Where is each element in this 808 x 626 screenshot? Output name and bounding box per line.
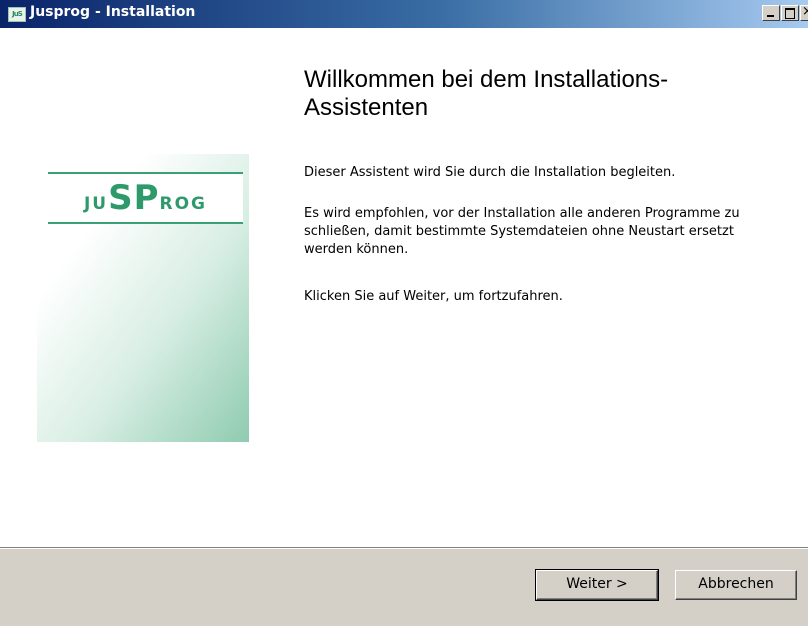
cancel-button[interactable]: Abbrechen — [675, 570, 797, 600]
logo-text-left: JU — [83, 194, 109, 214]
logo-text-right: ROG — [159, 194, 208, 214]
close-button[interactable]: × — [800, 5, 808, 21]
app-icon: JuS — [8, 7, 26, 22]
intro-paragraph: Dieser Assistent wird Sie durch die Inst… — [304, 165, 676, 180]
next-button[interactable]: Weiter > — [535, 569, 659, 601]
minimize-button[interactable] — [762, 5, 780, 21]
maximize-button[interactable] — [781, 5, 799, 21]
welcome-heading: Willkommen bei dem Installations-Assiste… — [304, 66, 669, 121]
logo-text: JUSPROG — [48, 178, 243, 224]
installer-window: JuS Jusprog - Installation × JUSPROG Wil… — [0, 0, 808, 626]
close-icon: × — [802, 4, 808, 19]
logo-text-mid: SP — [108, 178, 160, 218]
title-bar[interactable]: JuS Jusprog - Installation × — [0, 0, 808, 28]
jusprog-logo: JUSPROG — [48, 172, 243, 224]
wizard-side-image: JUSPROG — [37, 154, 249, 442]
recommendation-paragraph: Es wird empfohlen, vor der Installation … — [304, 206, 740, 257]
continue-hint-paragraph: Klicken Sie auf Weiter, um fortzufahren. — [304, 289, 563, 304]
window-title: Jusprog - Installation — [30, 4, 196, 20]
